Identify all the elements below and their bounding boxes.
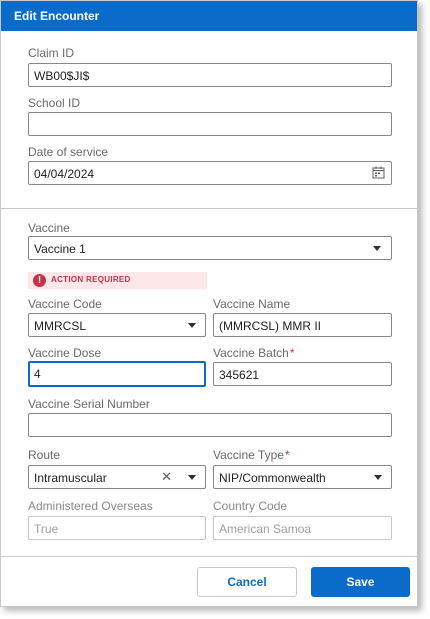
action-required-alert: ! ACTION REQUIRED <box>28 272 207 289</box>
chevron-down-icon <box>188 323 196 328</box>
school-id-input[interactable] <box>28 112 392 136</box>
country-code-label: Country Code <box>213 499 288 513</box>
chevron-down-icon <box>188 475 196 480</box>
cancel-button[interactable]: Cancel <box>197 567 297 597</box>
dialog-titlebar: Edit Encounter <box>1 1 417 31</box>
vaccine-dose-value: 4 <box>34 367 41 381</box>
vaccine-code-value: MMRCSL <box>34 319 87 333</box>
vaccine-name-input[interactable]: (MMRCSL) MMR II <box>213 313 392 337</box>
calendar-icon[interactable] <box>372 166 385 179</box>
section-divider <box>1 208 417 209</box>
route-label: Route <box>28 448 61 462</box>
vaccine-dose-label: Vaccine Dose <box>28 346 102 360</box>
vaccine-code-select[interactable]: MMRCSL <box>28 313 206 337</box>
dialog-title: Edit Encounter <box>14 9 100 23</box>
clear-icon[interactable]: ✕ <box>161 470 172 484</box>
vaccine-dose-input[interactable]: 4 <box>28 361 206 387</box>
save-button[interactable]: Save <box>311 567 410 597</box>
vaccine-serial-number-input[interactable] <box>28 413 392 437</box>
route-value: Intramuscular <box>34 471 107 485</box>
chevron-down-icon <box>373 246 381 251</box>
vaccine-label: Vaccine <box>28 221 70 235</box>
vaccine-select[interactable]: Vaccine 1 <box>28 236 392 260</box>
administered-overseas-label: Administered Overseas <box>28 499 153 513</box>
administered-overseas-value: True <box>34 522 59 536</box>
administered-overseas-field: True <box>28 516 206 540</box>
vaccine-type-value: NIP/Commonwealth <box>219 471 326 485</box>
date-of-service-label: Date of service <box>28 145 109 159</box>
school-id-label: School ID <box>28 96 81 110</box>
chevron-down-icon <box>374 475 382 480</box>
required-marker: * <box>289 346 295 360</box>
country-code-field: American Samoa <box>213 516 392 540</box>
vaccine-code-label: Vaccine Code <box>28 297 102 311</box>
vaccine-batch-label: Vaccine Batch* <box>213 346 295 360</box>
alert-text: ACTION REQUIRED <box>51 275 131 284</box>
vaccine-type-select[interactable]: NIP/Commonwealth <box>213 465 392 489</box>
date-of-service-input[interactable]: 04/04/2024 <box>28 161 392 185</box>
claim-id-input[interactable]: WB00$JI$ <box>28 63 392 87</box>
country-code-value: American Samoa <box>219 522 312 536</box>
route-select[interactable]: Intramuscular ✕ <box>28 465 206 489</box>
vaccine-batch-value: 345621 <box>219 368 260 382</box>
vaccine-name-label: Vaccine Name <box>213 297 291 311</box>
claim-id-value: WB00$JI$ <box>34 69 90 83</box>
vaccine-value: Vaccine 1 <box>34 242 86 256</box>
vaccine-serial-number-label: Vaccine Serial Number <box>28 397 150 411</box>
claim-id-label: Claim ID <box>28 46 75 60</box>
vaccine-type-label: Vaccine Type* <box>213 448 290 462</box>
vaccine-batch-input[interactable]: 345621 <box>213 362 392 386</box>
vaccine-name-value: (MMRCSL) MMR II <box>219 319 321 333</box>
alert-icon: ! <box>33 274 46 287</box>
edit-encounter-dialog: Edit Encounter Claim ID WB00$JI$ School … <box>0 0 418 607</box>
required-marker: * <box>284 448 290 462</box>
footer-divider <box>1 556 417 557</box>
date-of-service-value: 04/04/2024 <box>34 167 95 181</box>
